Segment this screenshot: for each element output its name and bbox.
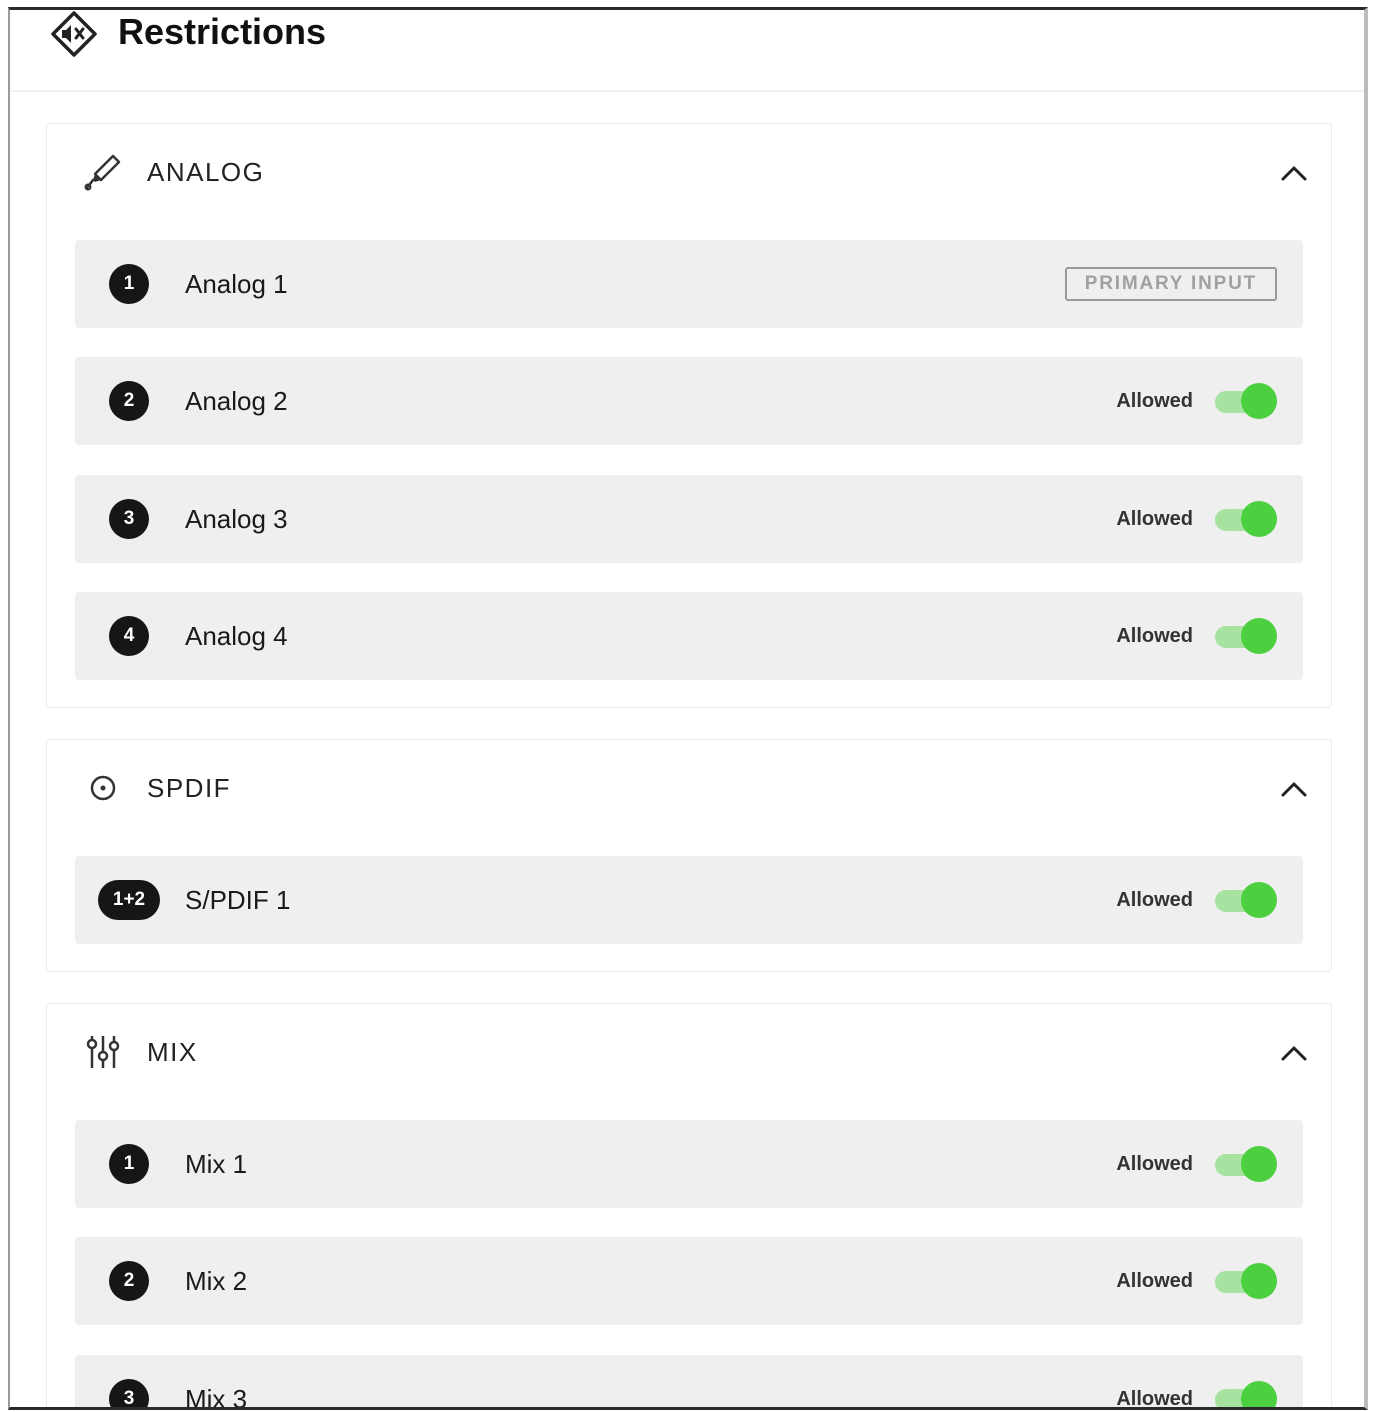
input-label: Analog 2 bbox=[185, 386, 288, 416]
channel-pair-badge: 1+2 bbox=[98, 880, 160, 920]
status-label: Allowed bbox=[1116, 1270, 1193, 1292]
status-label: Allowed bbox=[1116, 508, 1193, 530]
input-label: Analog 4 bbox=[185, 621, 288, 651]
channel-number-badge: 1 bbox=[109, 264, 149, 304]
section-title: SPDIF bbox=[147, 773, 232, 803]
speaker-mute-diamond-icon bbox=[51, 11, 97, 57]
channel-number-badge: 2 bbox=[109, 381, 149, 421]
section-header-mix[interactable]: MIX bbox=[47, 1004, 1331, 1104]
status-label: Allowed bbox=[1116, 625, 1193, 647]
input-row-analog-3: 3 Analog 3 Allowed bbox=[75, 475, 1303, 563]
page-title: Restrictions bbox=[118, 11, 327, 52]
circle-dot-icon bbox=[90, 775, 116, 801]
input-label: Mix 2 bbox=[185, 1266, 248, 1296]
section-analog: ANALOG 1 Analog 1 PRIMARY INPUT 2 Analog… bbox=[46, 123, 1332, 708]
allowed-toggle[interactable] bbox=[1215, 1380, 1277, 1407]
input-row-analog-2: 2 Analog 2 Allowed bbox=[75, 357, 1303, 445]
audio-jack-icon bbox=[84, 154, 121, 191]
channel-number-badge: 4 bbox=[109, 616, 149, 656]
section-header-analog[interactable]: ANALOG bbox=[47, 124, 1331, 224]
restrictions-panel: Restrictions ANALOG 1 Analog 1 PRIMARY I… bbox=[8, 7, 1368, 1410]
section-mix: MIX 1 Mix 1 Allowed 2 Mix 2 Allowed 3 Mi… bbox=[46, 1003, 1332, 1410]
input-row-mix-1: 1 Mix 1 Allowed bbox=[75, 1120, 1303, 1208]
allowed-toggle[interactable] bbox=[1215, 881, 1277, 919]
channel-number-badge: 3 bbox=[109, 499, 149, 539]
input-row-spdif-1: 1+2 S/PDIF 1 Allowed bbox=[75, 856, 1303, 944]
channel-number-badge: 2 bbox=[109, 1261, 149, 1301]
status-label: Allowed bbox=[1116, 1388, 1193, 1410]
chevron-up-icon[interactable] bbox=[1279, 1038, 1309, 1068]
input-label: Analog 1 bbox=[185, 269, 288, 299]
input-row-analog-1: 1 Analog 1 PRIMARY INPUT bbox=[75, 240, 1303, 328]
primary-input-tag: PRIMARY INPUT bbox=[1064, 267, 1277, 301]
chevron-up-icon[interactable] bbox=[1279, 774, 1309, 804]
section-title: ANALOG bbox=[147, 157, 265, 187]
channel-number-badge: 1 bbox=[109, 1144, 149, 1184]
input-row-analog-4: 4 Analog 4 Allowed bbox=[75, 592, 1303, 680]
allowed-toggle[interactable] bbox=[1215, 500, 1277, 538]
section-spdif: SPDIF 1+2 S/PDIF 1 Allowed bbox=[46, 739, 1332, 972]
allowed-toggle[interactable] bbox=[1215, 617, 1277, 655]
input-label: Mix 1 bbox=[185, 1149, 248, 1179]
section-title: MIX bbox=[147, 1037, 198, 1067]
chevron-up-icon[interactable] bbox=[1279, 158, 1309, 188]
section-header-spdif[interactable]: SPDIF bbox=[47, 740, 1331, 840]
allowed-toggle[interactable] bbox=[1215, 382, 1277, 420]
input-row-mix-2: 2 Mix 2 Allowed bbox=[75, 1237, 1303, 1325]
input-label: S/PDIF 1 bbox=[185, 885, 291, 915]
channel-number-badge: 3 bbox=[109, 1379, 149, 1407]
input-label: Mix 3 bbox=[185, 1384, 248, 1410]
mixer-sliders-icon bbox=[86, 1036, 120, 1068]
status-label: Allowed bbox=[1116, 390, 1193, 412]
panel-header: Restrictions bbox=[10, 10, 1364, 92]
input-row-mix-3: 3 Mix 3 Allowed bbox=[75, 1355, 1303, 1410]
input-label: Analog 3 bbox=[185, 504, 288, 534]
allowed-toggle[interactable] bbox=[1215, 1262, 1277, 1300]
status-label: Allowed bbox=[1116, 889, 1193, 911]
allowed-toggle[interactable] bbox=[1215, 1145, 1277, 1183]
status-label: Allowed bbox=[1116, 1153, 1193, 1175]
